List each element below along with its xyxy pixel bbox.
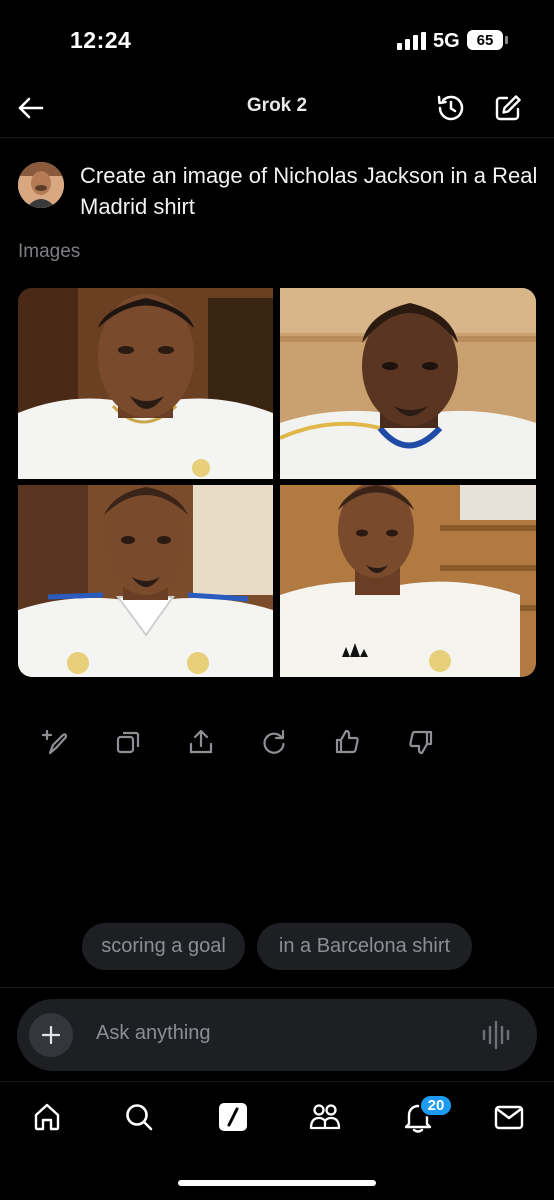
history-button[interactable] bbox=[432, 90, 468, 126]
plus-icon bbox=[41, 1025, 61, 1045]
status-time: 12:24 bbox=[70, 27, 132, 53]
thumbs-down-button[interactable] bbox=[406, 727, 436, 757]
home-indicator bbox=[178, 1180, 376, 1186]
history-icon bbox=[437, 95, 464, 121]
thumbs-up-icon bbox=[335, 729, 359, 754]
battery-level: 65 bbox=[476, 31, 494, 49]
regenerate-button[interactable] bbox=[259, 727, 289, 757]
status-bar: 12:24 5G 65 bbox=[0, 0, 554, 84]
regenerate-icon bbox=[263, 729, 285, 754]
tab-bar-divider bbox=[0, 1081, 554, 1082]
header-divider bbox=[0, 137, 554, 138]
messages-icon bbox=[494, 1105, 524, 1130]
tab-grok[interactable] bbox=[213, 1097, 253, 1137]
edit-image-icon bbox=[41, 729, 68, 755]
user-prompt: Create an image of Nicholas Jackson in a… bbox=[80, 163, 538, 219]
images-section-label: Images bbox=[18, 241, 81, 262]
image-3-content bbox=[18, 485, 273, 677]
tab-home[interactable] bbox=[27, 1097, 67, 1137]
battery-icon: 65 bbox=[467, 30, 503, 50]
page-title: Grok 2 bbox=[246, 95, 308, 116]
generated-image-2[interactable] bbox=[280, 288, 536, 479]
generated-image-4[interactable] bbox=[280, 485, 536, 677]
copy-icon bbox=[116, 731, 140, 754]
copy-button[interactable] bbox=[113, 727, 143, 757]
new-chat-button[interactable] bbox=[490, 90, 526, 126]
ask-input-bar[interactable] bbox=[17, 999, 537, 1071]
image-4-content bbox=[280, 485, 536, 677]
share-button[interactable] bbox=[186, 727, 216, 757]
communities-icon bbox=[309, 1104, 341, 1130]
thumbs-down-icon bbox=[409, 730, 433, 755]
signal-icon bbox=[397, 32, 426, 50]
tab-search[interactable] bbox=[119, 1097, 159, 1137]
suggestion-chip-2[interactable]: in a Barcelona shirt bbox=[257, 923, 472, 970]
notification-badge: 20 bbox=[419, 1094, 453, 1117]
user-avatar[interactable] bbox=[18, 162, 64, 208]
search-icon bbox=[126, 1104, 153, 1131]
image-1-content bbox=[18, 288, 273, 479]
ask-input-placeholder[interactable]: Ask anything bbox=[96, 1022, 211, 1045]
attach-button[interactable] bbox=[29, 1013, 73, 1057]
suggestion-chip-1[interactable]: scoring a goal bbox=[82, 923, 245, 970]
grok-icon bbox=[219, 1103, 247, 1131]
generated-image-3[interactable] bbox=[18, 485, 273, 677]
home-icon bbox=[34, 1103, 60, 1131]
thumbs-up-button[interactable] bbox=[332, 727, 362, 757]
generated-images-grid bbox=[18, 288, 536, 677]
tab-communities[interactable] bbox=[305, 1097, 345, 1137]
compose-icon bbox=[495, 95, 521, 121]
avatar-image bbox=[18, 162, 64, 208]
share-icon bbox=[189, 729, 213, 754]
tab-messages[interactable] bbox=[489, 1097, 529, 1137]
network-label: 5G bbox=[433, 30, 460, 52]
edit-image-button[interactable] bbox=[40, 727, 70, 757]
generated-image-1[interactable] bbox=[18, 288, 273, 479]
image-2-content bbox=[280, 288, 536, 479]
composer-divider bbox=[0, 987, 554, 988]
battery-tip bbox=[505, 36, 508, 44]
voice-icon[interactable] bbox=[481, 1018, 513, 1052]
